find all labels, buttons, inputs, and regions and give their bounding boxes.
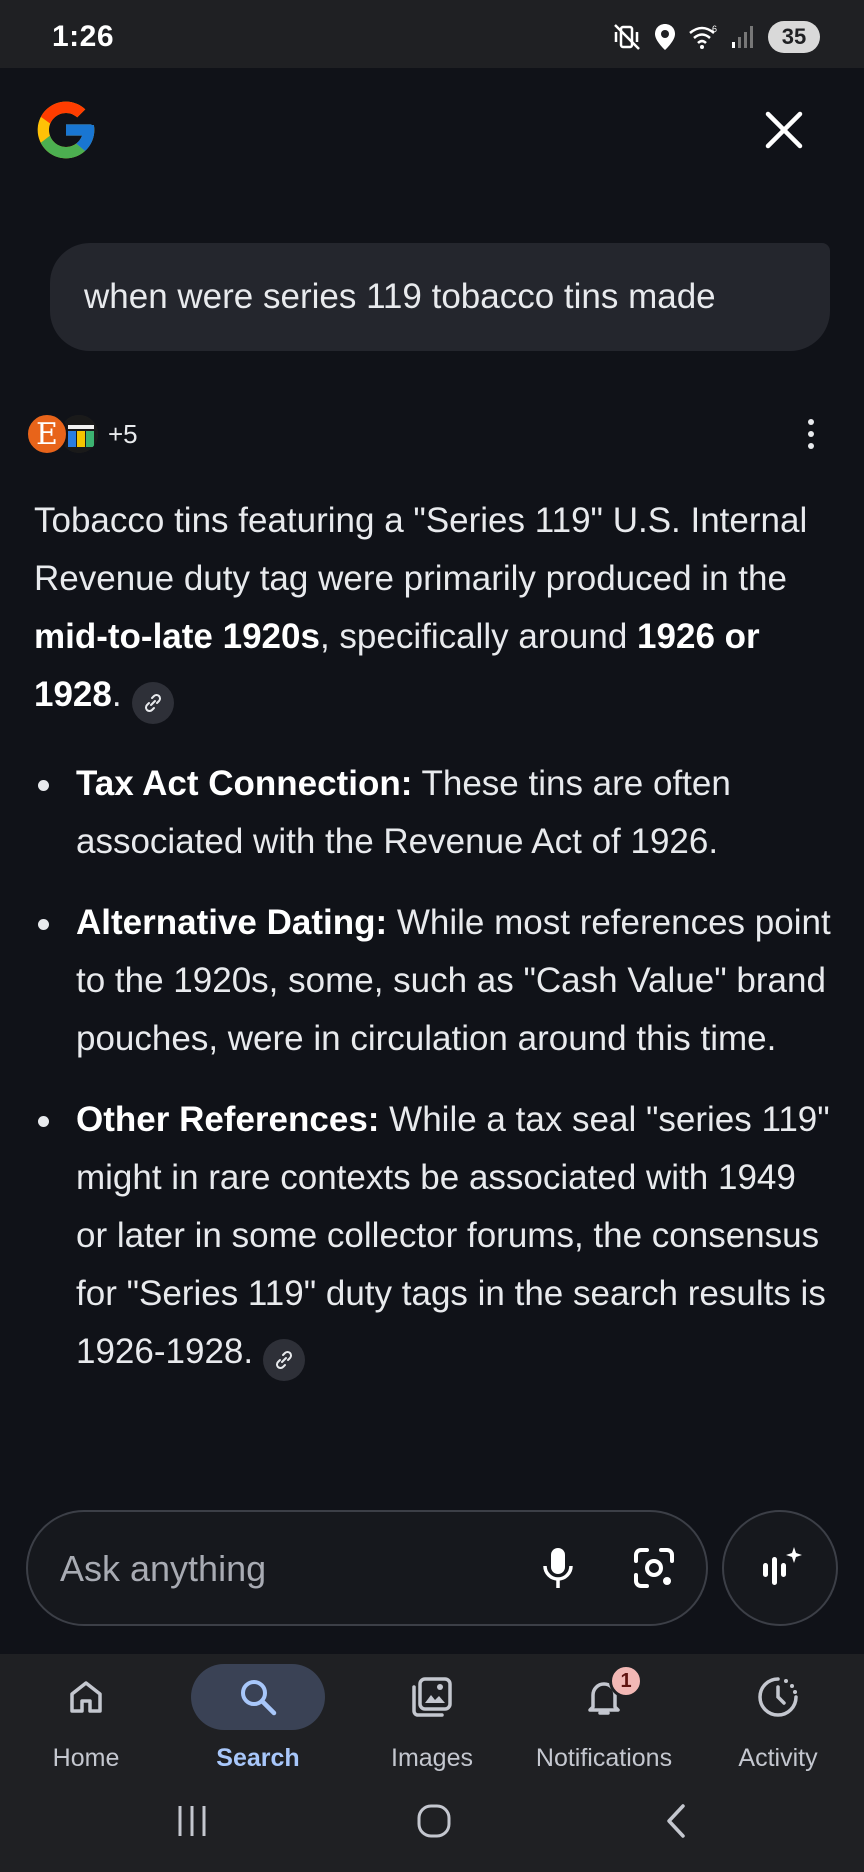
nav-images-label: Images xyxy=(391,1744,473,1772)
close-button[interactable] xyxy=(758,104,810,156)
status-bar: 1:26 6 35 xyxy=(0,0,864,68)
list-item: Alternative Dating: While most reference… xyxy=(34,894,834,1068)
ai-answer-intro: Tobacco tins featuring a "Series 119" U.… xyxy=(34,492,834,724)
location-icon xyxy=(655,24,675,50)
system-navigation xyxy=(0,1784,864,1864)
citation-link-button[interactable] xyxy=(263,1339,306,1381)
link-icon xyxy=(276,1350,293,1370)
search-icon xyxy=(241,1680,277,1716)
list-item: Other References: While a tax seal "seri… xyxy=(34,1091,834,1381)
recents-button[interactable] xyxy=(162,1796,222,1846)
list-item: Tax Act Connection: These tins are often… xyxy=(34,755,834,871)
nav-images[interactable]: Images xyxy=(346,1664,518,1773)
nav-notifications[interactable]: 1 Notifications xyxy=(518,1664,690,1773)
home-system-button[interactable] xyxy=(404,1796,464,1846)
link-icon xyxy=(144,693,161,713)
home-icon xyxy=(70,1681,102,1713)
images-icon xyxy=(412,1677,452,1717)
microphone-button[interactable] xyxy=(530,1540,586,1596)
svg-text:6: 6 xyxy=(712,24,717,34)
signal-icon xyxy=(732,26,753,48)
recents-icon xyxy=(178,1806,206,1836)
status-icons: 6 35 xyxy=(612,20,820,54)
ask-input-bar[interactable]: Ask anything xyxy=(26,1510,708,1626)
wifi-6-icon: 6 xyxy=(689,24,717,49)
sources-button[interactable]: E +5 xyxy=(26,412,138,456)
ask-input-placeholder[interactable]: Ask anything xyxy=(60,1548,266,1590)
lens-button[interactable] xyxy=(626,1540,682,1596)
sources-more-count: +5 xyxy=(108,418,138,449)
ai-mode-button[interactable] xyxy=(722,1510,838,1626)
more-vert-icon xyxy=(808,419,814,425)
google-g-logo xyxy=(37,101,95,159)
activity-clock-icon xyxy=(758,1677,798,1717)
battery-icon: 35 xyxy=(768,21,820,53)
back-chevron-icon xyxy=(667,1804,685,1838)
nav-activity-label: Activity xyxy=(738,1744,818,1772)
home-circle-icon xyxy=(417,1804,451,1838)
back-button[interactable] xyxy=(646,1796,706,1846)
camera-lens-icon xyxy=(634,1548,674,1588)
mute-vibrate-icon xyxy=(614,24,640,50)
user-query-bubble: when were series 119 tobacco tins made xyxy=(50,243,830,351)
nav-search-label: Search xyxy=(216,1744,300,1772)
source-favicon-e: E xyxy=(26,413,68,455)
microphone-icon xyxy=(543,1548,573,1588)
status-time: 1:26 xyxy=(52,20,115,53)
more-options-button[interactable] xyxy=(796,414,826,454)
ai-answer-bullets: Tax Act Connection: These tins are often… xyxy=(34,755,834,1404)
nav-search[interactable]: Search xyxy=(172,1664,344,1773)
user-query-text: when were series 119 tobacco tins made xyxy=(84,277,716,316)
citation-link-button[interactable] xyxy=(131,682,174,724)
notification-badge: 1 xyxy=(609,1664,643,1698)
close-icon xyxy=(765,111,803,149)
nav-home[interactable]: Home xyxy=(0,1664,172,1773)
nav-notifications-label: Notifications xyxy=(535,1744,673,1772)
nav-activity[interactable]: Activity xyxy=(692,1664,864,1773)
nav-home-label: Home xyxy=(52,1744,120,1772)
ai-mode-sparkle-icon xyxy=(763,1547,802,1585)
